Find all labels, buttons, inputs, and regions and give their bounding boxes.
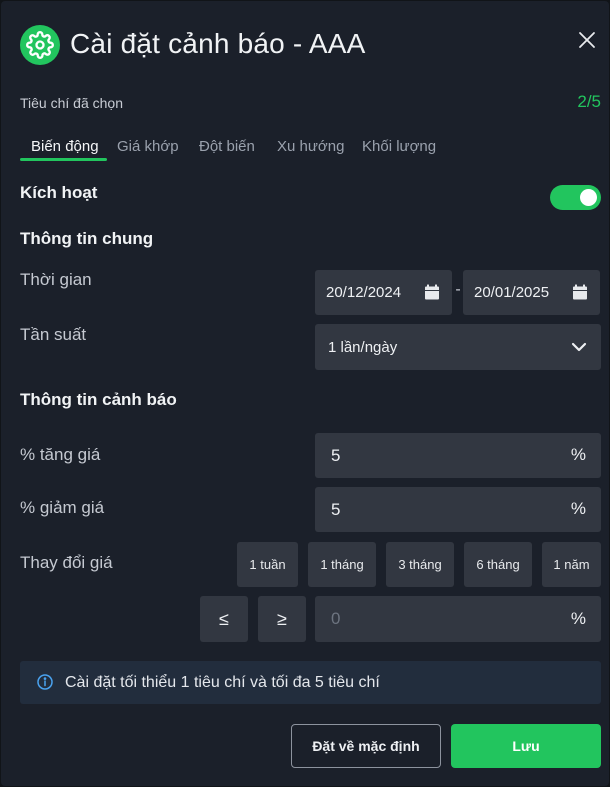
increase-label: % tăng giá	[20, 445, 101, 464]
tab-gia-khop[interactable]: Giá khớp	[117, 137, 179, 157]
period-1-year-button[interactable]: 1 năm	[542, 542, 601, 587]
alert-settings-modal: Cài đặt cảnh báo - AAA Tiêu chí đã chọn …	[1, 1, 609, 786]
info-text: Cài đặt tối thiểu 1 tiêu chí và tối đa 5…	[65, 674, 380, 691]
alert-section-title: Thông tin cảnh báo	[20, 390, 177, 409]
price-change-placeholder: 0	[331, 609, 341, 628]
frequency-label: Tần suất	[20, 325, 87, 344]
tab-dot-bien[interactable]: Đột biến	[199, 137, 255, 157]
tab-xu-huong[interactable]: Xu hướng	[277, 137, 344, 157]
reset-default-button[interactable]: Đặt về mặc định	[291, 724, 441, 768]
less-equal-button[interactable]: ≤	[200, 596, 248, 642]
decrease-value: 5	[331, 499, 341, 519]
active-tab-indicator	[20, 158, 107, 161]
price-change-input[interactable]: 0 %	[315, 596, 601, 642]
percent-unit: %	[570, 445, 586, 464]
close-icon[interactable]	[574, 27, 600, 53]
date-from-value: 20/12/2024	[326, 284, 402, 301]
price-change-label: Thay đổi giá	[20, 553, 113, 572]
frequency-value: 1 lần/ngày	[328, 338, 398, 356]
activation-toggle[interactable]	[550, 185, 601, 210]
gear-icon	[20, 25, 60, 65]
criteria-count: 2/5	[577, 92, 601, 111]
time-label: Thời gian	[20, 270, 92, 289]
greater-equal-button[interactable]: ≥	[258, 596, 306, 642]
date-to-field[interactable]: 20/01/2025	[463, 270, 600, 315]
tab-bien-dong[interactable]: Biến động	[31, 137, 99, 157]
percent-unit: %	[570, 609, 586, 628]
criteria-label: Tiêu chí đã chọn	[20, 95, 123, 111]
date-separator: -	[455, 281, 461, 298]
toggle-knob	[580, 189, 597, 206]
tab-khoi-luong[interactable]: Khối lượng	[362, 137, 436, 157]
percent-unit: %	[570, 499, 586, 518]
date-to-value: 20/01/2025	[474, 284, 550, 301]
period-1-month-button[interactable]: 1 tháng	[308, 542, 376, 587]
info-banner: Cài đặt tối thiểu 1 tiêu chí và tối đa 5…	[20, 661, 601, 704]
period-3-month-button[interactable]: 3 tháng	[386, 542, 454, 587]
modal-title: Cài đặt cảnh báo - AAA	[70, 28, 366, 59]
period-1-week-button[interactable]: 1 tuần	[237, 542, 298, 587]
increase-value: 5	[331, 445, 341, 465]
date-from-field[interactable]: 20/12/2024	[315, 270, 452, 315]
decrease-label: % giảm giá	[20, 498, 105, 517]
save-button[interactable]: Lưu	[451, 724, 601, 768]
chevron-down-icon	[571, 339, 587, 359]
calendar-icon[interactable]	[424, 284, 440, 304]
activation-label: Kích hoạt	[20, 183, 98, 202]
calendar-icon[interactable]	[572, 284, 588, 304]
period-6-month-button[interactable]: 6 tháng	[464, 542, 532, 587]
decrease-input[interactable]: 5 %	[315, 487, 601, 532]
increase-input[interactable]: 5 %	[315, 433, 601, 478]
general-section-title: Thông tin chung	[20, 229, 154, 248]
frequency-select[interactable]: 1 lần/ngày	[315, 324, 601, 370]
info-icon	[37, 674, 53, 695]
